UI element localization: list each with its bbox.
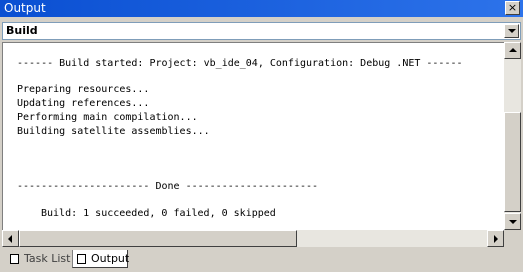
vertical-scroll-thumb[interactable] bbox=[504, 112, 521, 212]
title-bar: Output × bbox=[0, 0, 523, 17]
horizontal-scrollbar[interactable] bbox=[2, 230, 504, 247]
close-button[interactable]: × bbox=[505, 1, 520, 15]
output-line-build-summary: Build: 1 succeeded, 0 failed, 0 skipped bbox=[41, 208, 276, 219]
tab-output[interactable]: Output bbox=[72, 250, 130, 268]
task-list-icon bbox=[10, 254, 19, 264]
output-line-build-started: ------ Build started: Project: vb_ide_04… bbox=[17, 58, 463, 69]
vertical-scrollbar[interactable] bbox=[504, 42, 521, 230]
output-line-done: ---------------------- Done ------------… bbox=[17, 181, 319, 192]
chevron-down-icon[interactable] bbox=[504, 24, 519, 38]
output-pane-selector[interactable]: Build bbox=[2, 22, 521, 40]
window-title: Output bbox=[4, 1, 46, 15]
output-icon bbox=[77, 254, 86, 264]
horizontal-scroll-thumb[interactable] bbox=[19, 230, 297, 247]
scroll-up-button[interactable] bbox=[504, 42, 521, 59]
output-line: Building satellite assemblies... bbox=[17, 126, 210, 137]
tab-task-list-label: Task List bbox=[24, 252, 71, 265]
tab-task-list[interactable]: Task List bbox=[6, 250, 72, 268]
scroll-right-button[interactable] bbox=[487, 230, 504, 247]
output-line: Preparing resources... bbox=[17, 84, 150, 95]
pane-selector-value: Build bbox=[6, 24, 38, 37]
scroll-down-button[interactable] bbox=[504, 213, 521, 230]
output-line: Updating references... bbox=[17, 98, 150, 109]
close-icon: × bbox=[507, 1, 518, 14]
scrollbar-corner bbox=[504, 230, 521, 247]
output-line: Performing main compilation... bbox=[17, 112, 198, 123]
scroll-left-button[interactable] bbox=[2, 230, 19, 247]
tab-output-label: Output bbox=[91, 252, 130, 265]
output-text-area[interactable]: ------ Build started: Project: vb_ide_04… bbox=[2, 42, 504, 230]
tool-window-tabs: Task List Output bbox=[0, 248, 523, 272]
